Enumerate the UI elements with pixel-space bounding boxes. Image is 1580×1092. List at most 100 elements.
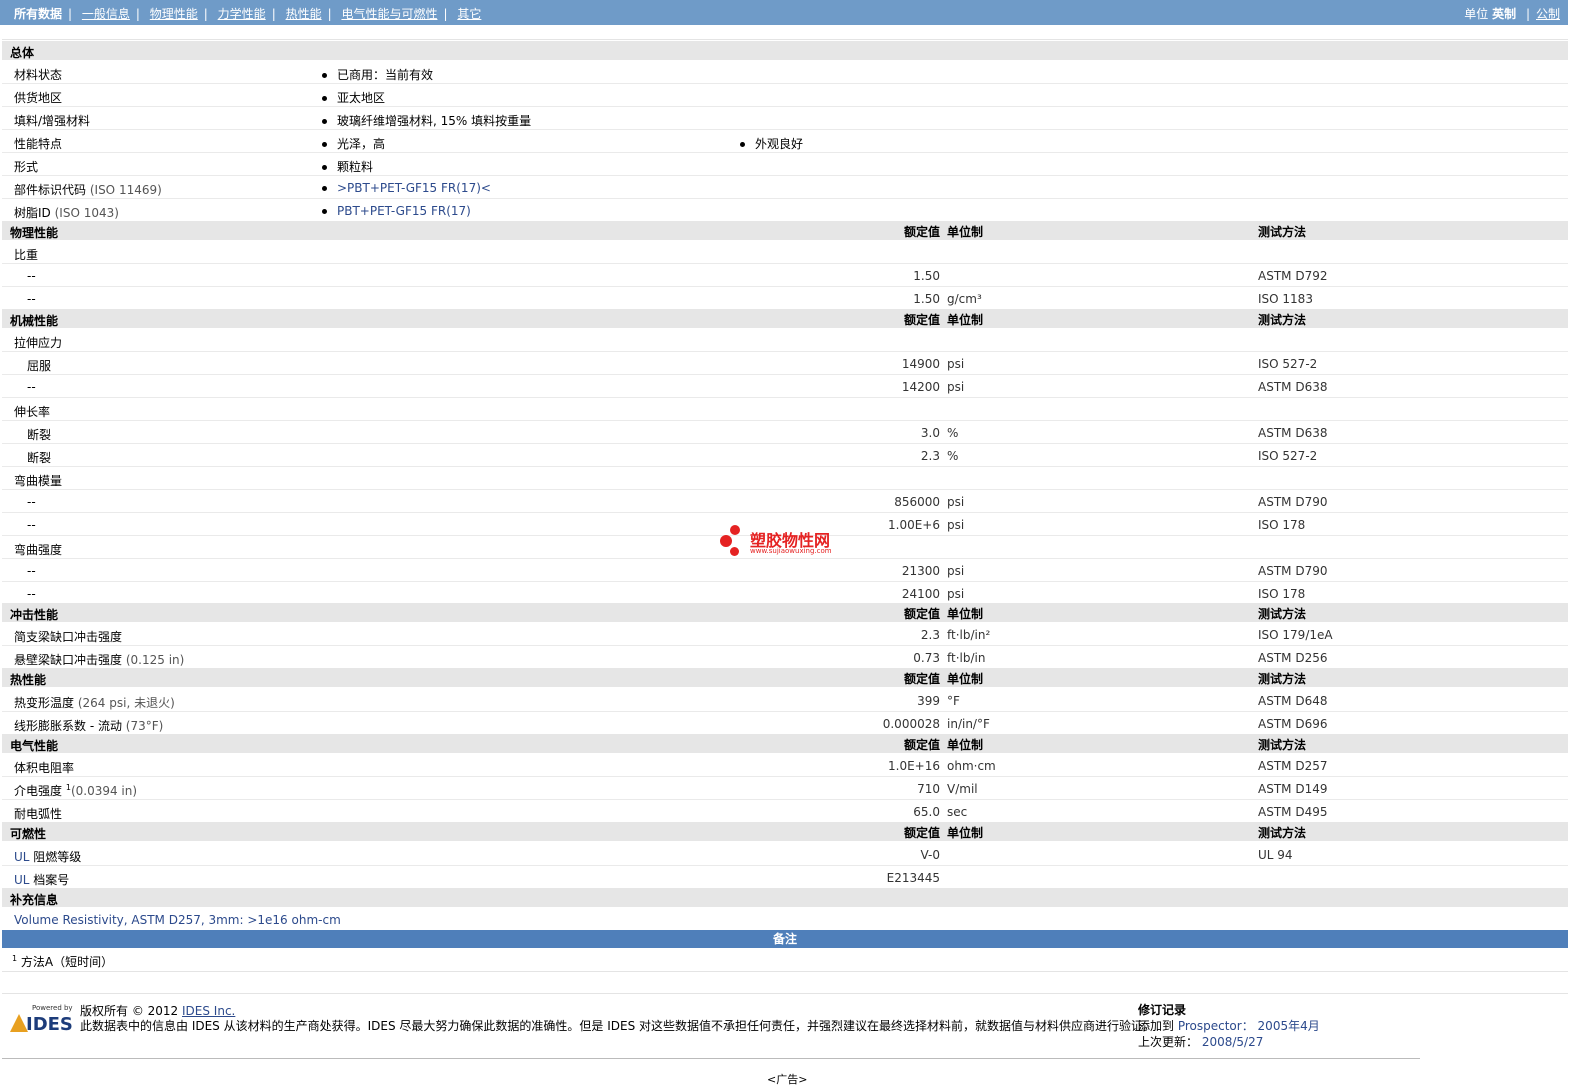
unit: % xyxy=(947,449,959,463)
row-value: PBT+PET-GF15 FR(17) xyxy=(322,204,471,218)
bullet-icon xyxy=(322,186,327,191)
divider xyxy=(2,39,1568,40)
sub-label: -- xyxy=(27,587,36,601)
nav-physical[interactable]: 物理性能 xyxy=(150,7,198,21)
value: 710 xyxy=(917,782,940,796)
unit: psi xyxy=(947,587,965,601)
sub-label: -- xyxy=(27,380,36,394)
table-row: 体积电阻率 1.0E+16 ohm·cm ASTM D257 xyxy=(2,754,1568,777)
section-title: 热性能 xyxy=(10,673,47,687)
value: 856000 xyxy=(894,495,940,509)
value: 3.0 xyxy=(920,426,940,440)
unit-metric[interactable]: 公制 xyxy=(1536,7,1560,21)
copyright: 版权所有 © 2012 IDES Inc. 此数据表中的信息由 IDES 从该材… xyxy=(80,1004,1156,1033)
table-row: UL 档案号 E213445 xyxy=(2,866,1568,889)
unit: psi xyxy=(947,518,965,532)
table-row: 填料/增强材料 玻璃纤维增强材料, 15% 填料按重量 xyxy=(2,107,1568,130)
bullet-icon xyxy=(322,119,327,124)
test-method: ISO 527-2 xyxy=(1258,449,1318,463)
nav-all-data[interactable]: 所有数据 xyxy=(14,7,62,21)
test-method: ASTM D149 xyxy=(1258,782,1328,796)
header-unit: 单位制 xyxy=(947,225,984,239)
unit-imperial[interactable]: 英制 xyxy=(1492,7,1516,21)
value: 1.50 xyxy=(913,292,940,306)
bullet-icon xyxy=(322,96,327,101)
row-label: 树脂ID (ISO 1043) xyxy=(14,206,119,220)
bullet-icon xyxy=(322,73,327,78)
nav-other[interactable]: 其它 xyxy=(457,7,481,21)
divider xyxy=(2,971,1568,972)
value: 2.3 xyxy=(920,628,940,642)
sub-label: 断裂 xyxy=(27,428,52,442)
row-label: 供货地区 xyxy=(14,91,63,105)
header-unit: 单位制 xyxy=(947,826,984,840)
header-value: 额定值 xyxy=(903,313,940,327)
table-row: Volume Resistivity, ASTM D257, 3mm: >1e1… xyxy=(2,908,1568,931)
bullet-icon xyxy=(322,165,327,170)
group-label: 拉伸应力 xyxy=(14,336,63,350)
value: 399 xyxy=(917,694,940,708)
row-value: >PBT+PET-GF15 FR(17)< xyxy=(322,181,491,195)
group-row: 拉伸应力 xyxy=(2,329,1568,352)
nav-electrical[interactable]: 电气性能与可燃性 xyxy=(341,7,437,21)
watermark-logo: 塑胶物性网 www.sujiaowuxing.com xyxy=(720,525,850,559)
section-general: 总体 xyxy=(2,41,1568,60)
test-method: ISO 1183 xyxy=(1258,292,1313,306)
header-value: 额定值 xyxy=(903,826,940,840)
row-value: 光泽，高 xyxy=(322,135,385,152)
row-label: UL 档案号 xyxy=(14,873,70,887)
unit: psi xyxy=(947,564,965,578)
ad-label: <广告> xyxy=(767,1073,808,1086)
nav-general[interactable]: 一般信息 xyxy=(82,7,130,21)
group-label: 弯曲模量 xyxy=(14,474,63,488)
revision-history: 修订记录 添加到 Prospector： 2005年4月 上次更新： 2008/… xyxy=(1138,1003,1320,1049)
unit: ohm·cm xyxy=(947,759,996,773)
header-unit: 单位制 xyxy=(947,607,984,621)
section-title: 总体 xyxy=(10,46,35,60)
value: 14900 xyxy=(901,357,940,371)
unit: in/in/°F xyxy=(947,717,990,731)
table-row: 树脂ID (ISO 1043) PBT+PET-GF15 FR(17) xyxy=(2,199,1568,222)
row-label: 体积电阻率 xyxy=(14,761,75,775)
table-row: -- 1.50 ASTM D792 xyxy=(2,264,1568,287)
header-method: 测试方法 xyxy=(1258,225,1307,239)
row-label: 介电强度 1(0.0394 in) xyxy=(14,783,138,798)
unit: V/mil xyxy=(947,782,978,796)
value: V-0 xyxy=(920,848,940,862)
table-row: 断裂 2.3 % ISO 527-2 xyxy=(2,444,1568,467)
ides-logo[interactable]: Powered by IDES xyxy=(10,1004,73,1044)
table-row: 简支梁缺口冲击强度 2.3 ft·lb/in² ISO 179/1eA xyxy=(2,623,1568,646)
table-row: 耐电弧性 65.0 sec ASTM D495 xyxy=(2,800,1568,823)
bullet-icon xyxy=(322,142,327,147)
test-method: ASTM D495 xyxy=(1258,805,1328,819)
row-label: 性能特点 xyxy=(14,137,63,151)
unit: % xyxy=(947,426,959,440)
row-label: 部件标识代码 (ISO 11469) xyxy=(14,183,162,197)
test-method: ASTM D792 xyxy=(1258,269,1328,283)
group-label: 比重 xyxy=(14,248,39,262)
section-title: 机械性能 xyxy=(10,314,59,328)
nav-thermal[interactable]: 热性能 xyxy=(286,7,322,21)
header-value: 额定值 xyxy=(903,672,940,686)
table-row: -- 856000 psi ASTM D790 xyxy=(2,490,1568,513)
notes-header: 备注 xyxy=(2,930,1568,948)
company-link[interactable]: IDES Inc. xyxy=(182,1004,235,1018)
header-unit: 单位制 xyxy=(947,672,984,686)
row-value: 玻璃纤维增强材料, 15% 填料按重量 xyxy=(322,112,531,129)
section-title: 物理性能 xyxy=(10,226,59,240)
table-row: 线形膨胀系数 - 流动 (73°F) 0.000028 in/in/°F AST… xyxy=(2,712,1568,735)
test-method: ASTM D790 xyxy=(1258,564,1328,578)
test-method: ISO 527-2 xyxy=(1258,357,1318,371)
unit-switcher: 单位 英制 | 公制 xyxy=(1464,7,1560,21)
sub-label: -- xyxy=(27,269,36,283)
section-title: 电气性能 xyxy=(10,739,59,753)
top-nav-bar: 所有数据 | 一般信息 | 物理性能 | 力学性能 | 热性能 | 电气性能与可燃性 | 其… xyxy=(0,0,1568,25)
header-value: 额定值 xyxy=(903,607,940,621)
test-method: ASTM D256 xyxy=(1258,651,1328,665)
test-method: ASTM D638 xyxy=(1258,426,1328,440)
section-nav: 所有数据 | 一般信息 | 物理性能 | 力学性能 | 热性能 | 电气性能与可燃性 | 其… xyxy=(14,7,482,21)
nav-mechanical[interactable]: 力学性能 xyxy=(218,7,266,21)
group-label: 伸长率 xyxy=(14,405,51,419)
table-row: -- 24100 psi ISO 178 xyxy=(2,582,1568,605)
row-value-2: 外观良好 xyxy=(740,135,803,152)
